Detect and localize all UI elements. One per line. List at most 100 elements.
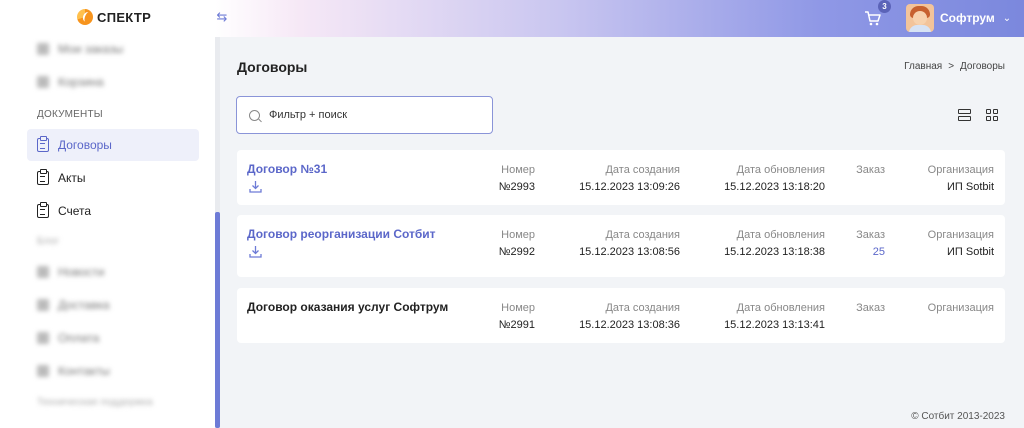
logo[interactable]: СПЕКТР xyxy=(77,9,151,25)
org-label: Организация xyxy=(927,302,994,314)
contract-card: Договор №31 Номер №2993 Дата создания 15… xyxy=(237,150,1005,205)
sidebar-item-payment[interactable]: Оплата xyxy=(27,322,199,354)
number-value: №2991 xyxy=(498,319,535,331)
org-column: Организация xyxy=(928,300,994,317)
sidebar-section-blog: Блог xyxy=(37,236,60,247)
sidebar-item-news[interactable]: Новости xyxy=(27,256,199,288)
updated-label: Дата обновления xyxy=(736,302,825,314)
phone-icon xyxy=(37,365,49,377)
clipboard-icon xyxy=(37,169,49,185)
number-column: Номер №2991 xyxy=(499,300,535,334)
search-box[interactable] xyxy=(236,96,493,134)
number-value: №2993 xyxy=(498,181,535,193)
created-label: Дата создания xyxy=(605,164,680,176)
logo-text: СПЕКТР xyxy=(97,9,152,25)
updated-column: Дата обновления 15.12.2023 13:13:41 xyxy=(724,300,825,334)
contract-card: Договор оказания услуг Софтрум Номер №29… xyxy=(237,288,1005,343)
download-icon[interactable] xyxy=(249,180,262,193)
sidebar-item-label: Мои заказы xyxy=(58,42,124,56)
sidebar-section-documents: ДОКУМЕНТЫ xyxy=(37,109,103,120)
sidebar-scrollbar-thumb[interactable] xyxy=(215,212,220,428)
sidebar-item-label: Счета xyxy=(58,204,92,218)
breadcrumb: Главная > Договоры xyxy=(904,61,1005,72)
grid-view-icon[interactable] xyxy=(986,109,998,121)
sidebar-item-label: Акты xyxy=(58,171,86,185)
payment-icon xyxy=(37,332,49,344)
user-menu[interactable]: Софтрум ⌄ xyxy=(906,4,1011,32)
avatar xyxy=(906,4,934,32)
order-column: Заказ xyxy=(856,162,885,179)
sidebar-item-invoices[interactable]: Счета xyxy=(27,195,199,227)
number-value: №2992 xyxy=(498,246,535,258)
sidebar-item-cart[interactable]: Корзина xyxy=(27,66,199,98)
breadcrumb-home[interactable]: Главная xyxy=(904,61,942,72)
created-label: Дата создания xyxy=(605,302,680,314)
updated-value: 15.12.2023 13:18:38 xyxy=(724,246,825,258)
org-label: Организация xyxy=(927,229,994,241)
search-icon xyxy=(249,109,260,121)
order-label: Заказ xyxy=(856,302,885,314)
order-column: Заказ xyxy=(856,300,885,317)
updated-label: Дата обновления xyxy=(736,164,825,176)
download-icon[interactable] xyxy=(249,245,262,258)
contract-title-link[interactable]: Договор реорганизации Сотбит xyxy=(247,227,436,241)
sidebar-item-label: Доставка xyxy=(58,298,110,312)
sidebar-item-label: Новости xyxy=(58,265,105,279)
sidebar-item-label: Корзина xyxy=(58,75,104,89)
order-label: Заказ xyxy=(856,229,885,241)
org-value: ИП Sotbit xyxy=(947,181,994,193)
contract-card: Договор реорганизации Сотбит Номер №2992… xyxy=(237,215,1005,277)
delivery-icon xyxy=(37,299,49,311)
sidebar-item-orders[interactable]: Мои заказы xyxy=(27,33,199,65)
created-column: Дата создания 15.12.2023 13:08:56 xyxy=(579,227,680,261)
created-value: 15.12.2023 13:09:26 xyxy=(579,181,680,193)
sidebar-item-label: Оплата xyxy=(58,331,100,345)
user-name: Софтрум xyxy=(940,11,995,25)
sidebar-item-label: Контакты xyxy=(58,364,110,378)
sidebar-item-acts[interactable]: Акты xyxy=(27,162,199,194)
order-label: Заказ xyxy=(856,164,885,176)
created-value: 15.12.2023 13:08:56 xyxy=(579,246,680,258)
updated-column: Дата обновления 15.12.2023 13:18:20 xyxy=(724,162,825,196)
org-label: Организация xyxy=(927,164,994,176)
sidebar-toggle-icon[interactable]: ⇆ xyxy=(214,7,230,27)
chevron-down-icon: ⌄ xyxy=(1002,12,1012,24)
logo-icon xyxy=(77,9,93,25)
clipboard-icon xyxy=(37,136,49,152)
created-column: Дата создания 15.12.2023 13:08:36 xyxy=(579,300,680,334)
sidebar-item-contacts[interactable]: Контакты xyxy=(27,355,199,387)
order-column: Заказ 25 xyxy=(856,227,885,261)
page-title: Договоры xyxy=(237,59,308,75)
list-view-icon[interactable] xyxy=(958,109,971,121)
breadcrumb-current: Договоры xyxy=(960,61,1005,72)
breadcrumb-separator: > xyxy=(948,61,955,72)
created-value: 15.12.2023 13:08:36 xyxy=(579,319,680,331)
footer-copyright: © Сотбит 2013-2023 xyxy=(911,411,1005,422)
cart-icon xyxy=(37,76,49,88)
number-column: Номер №2992 xyxy=(499,227,535,261)
number-label: Номер xyxy=(501,229,535,241)
number-column: Номер №2993 xyxy=(499,162,535,196)
updated-label: Дата обновления xyxy=(736,229,825,241)
cart-icon[interactable] xyxy=(864,9,882,27)
top-header: СПЕКТР ⇆ 3 Софтрум ⌄ xyxy=(0,0,1024,37)
created-label: Дата создания xyxy=(605,229,680,241)
org-value: ИП Sotbit xyxy=(947,246,994,258)
order-link[interactable]: 25 xyxy=(856,244,885,261)
created-column: Дата создания 15.12.2023 13:09:26 xyxy=(579,162,680,196)
number-label: Номер xyxy=(501,302,535,314)
updated-value: 15.12.2023 13:18:20 xyxy=(724,181,825,193)
sidebar-item-delivery[interactable]: Доставка xyxy=(27,289,199,321)
clipboard-icon xyxy=(37,202,49,218)
contract-title-link[interactable]: Договор №31 xyxy=(247,162,327,176)
org-column: Организация ИП Sotbit xyxy=(928,162,994,196)
sidebar-item-contracts[interactable]: Договоры xyxy=(27,129,199,161)
cart-count-badge: 3 xyxy=(878,0,891,13)
sidebar-section-support: Техническая поддержка xyxy=(37,397,153,408)
org-column: Организация ИП Sotbit xyxy=(928,227,994,261)
updated-value: 15.12.2023 13:13:41 xyxy=(724,319,825,331)
search-input[interactable] xyxy=(269,109,469,121)
orders-icon xyxy=(37,43,49,55)
news-icon xyxy=(37,266,49,278)
sidebar-item-label: Договоры xyxy=(58,138,112,152)
